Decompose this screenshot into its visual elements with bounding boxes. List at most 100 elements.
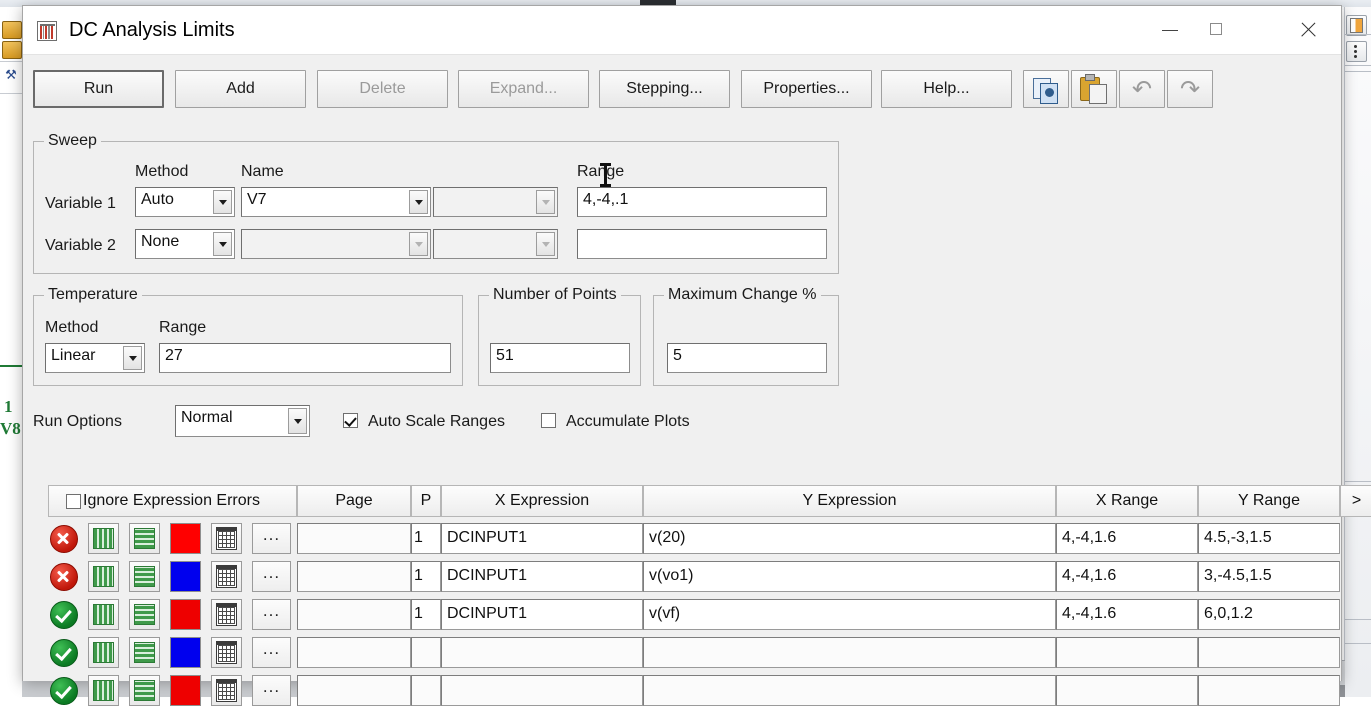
plot-color-swatch[interactable] — [170, 637, 201, 668]
numeric-output-toggle[interactable] — [211, 675, 242, 706]
delete-button[interactable]: Delete — [317, 70, 448, 108]
row-options-button[interactable]: ... — [252, 599, 291, 630]
y-axis-grid-toggle[interactable] — [129, 523, 160, 554]
x-axis-grid-toggle[interactable] — [88, 523, 119, 554]
cell-x-expression[interactable]: DCINPUT1 — [441, 561, 643, 592]
minimize-button[interactable] — [1147, 6, 1193, 52]
host-right-panel[interactable] — [1344, 7, 1371, 697]
cell-p[interactable]: 1 — [411, 561, 441, 592]
variable-1-name-select[interactable]: V7 — [241, 187, 431, 217]
undo-button[interactable]: ↶ — [1119, 70, 1165, 108]
plot-color-swatch[interactable] — [170, 599, 201, 630]
cell-y-expression[interactable] — [643, 675, 1056, 706]
header-more-columns[interactable]: > — [1340, 485, 1371, 517]
maximum-change-input[interactable]: 5 — [667, 343, 827, 373]
add-button[interactable]: Add — [175, 70, 306, 108]
plot-color-swatch[interactable] — [170, 523, 201, 554]
plot-color-swatch[interactable] — [170, 561, 201, 592]
cell-page[interactable] — [297, 637, 411, 668]
pin-icon[interactable]: ⚒ — [2, 67, 20, 83]
component-icon-1[interactable] — [2, 21, 22, 39]
x-axis-grid-toggle[interactable] — [88, 637, 119, 668]
x-axis-grid-toggle[interactable] — [88, 561, 119, 592]
cell-p[interactable] — [411, 675, 441, 706]
auto-scale-ranges-checkbox[interactable] — [343, 413, 358, 428]
numeric-output-toggle[interactable] — [211, 599, 242, 630]
row-status-toggle[interactable] — [48, 599, 79, 630]
variable-2-range-input[interactable] — [577, 229, 827, 259]
panel-button-1[interactable] — [1346, 15, 1367, 36]
cell-y-expression[interactable]: v(vf) — [643, 599, 1056, 630]
header-x-range[interactable]: X Range — [1056, 485, 1198, 517]
close-button[interactable] — [1285, 6, 1331, 52]
y-axis-grid-toggle[interactable] — [129, 637, 160, 668]
cell-page[interactable] — [297, 523, 411, 554]
x-axis-grid-toggle[interactable] — [88, 599, 119, 630]
header-page[interactable]: Page — [297, 485, 411, 517]
chevron-down-icon[interactable] — [213, 232, 232, 256]
cell-p[interactable]: 1 — [411, 523, 441, 554]
cell-y-range[interactable]: 3,-4.5,1.5 — [1198, 561, 1340, 592]
variable-2-method-select[interactable]: None — [135, 229, 235, 259]
row-options-button[interactable]: ... — [252, 561, 291, 592]
copy-icon-button[interactable] — [1023, 70, 1069, 108]
row-options-button[interactable]: ... — [252, 675, 291, 706]
row-status-toggle[interactable] — [48, 523, 79, 554]
cell-p[interactable] — [411, 637, 441, 668]
help-button[interactable]: Help... — [881, 70, 1012, 108]
redo-button[interactable]: ↷ — [1167, 70, 1213, 108]
cell-x-range[interactable]: 4,-4,1.6 — [1056, 561, 1198, 592]
plot-color-swatch[interactable] — [170, 675, 201, 706]
cell-x-expression[interactable]: DCINPUT1 — [441, 523, 643, 554]
chevron-down-icon[interactable] — [288, 408, 307, 434]
cell-y-range[interactable] — [1198, 637, 1340, 668]
cell-x-expression[interactable] — [441, 675, 643, 706]
dialog-titlebar[interactable]: DC Analysis Limits — [23, 6, 1341, 55]
header-x-expression[interactable]: X Expression — [441, 485, 643, 517]
cell-x-range[interactable]: 4,-4,1.6 — [1056, 599, 1198, 630]
cell-x-expression[interactable]: DCINPUT1 — [441, 599, 643, 630]
properties-button[interactable]: Properties... — [741, 70, 872, 108]
cell-page[interactable] — [297, 675, 411, 706]
cell-y-range[interactable] — [1198, 675, 1340, 706]
cell-x-range[interactable] — [1056, 637, 1198, 668]
run-options-select[interactable]: Normal — [175, 405, 310, 437]
variable-1-range-input[interactable]: 4,-4,.1 — [577, 187, 827, 217]
expand-button[interactable]: Expand... — [458, 70, 589, 108]
variable-2-name-select[interactable] — [241, 229, 431, 259]
row-status-toggle[interactable] — [48, 637, 79, 668]
y-axis-grid-toggle[interactable] — [129, 675, 160, 706]
host-left-toolbar[interactable]: ⚒ 1 V8 — [0, 7, 23, 697]
chevron-down-icon[interactable] — [536, 190, 555, 214]
cell-y-expression[interactable]: v(vo1) — [643, 561, 1056, 592]
chevron-down-icon[interactable] — [536, 232, 555, 256]
maximize-button[interactable] — [1193, 6, 1239, 52]
accumulate-plots-checkbox[interactable] — [541, 413, 556, 428]
variable-1-method-select[interactable]: Auto — [135, 187, 235, 217]
chevron-down-icon[interactable] — [409, 190, 428, 214]
cell-x-expression[interactable] — [441, 637, 643, 668]
header-y-range[interactable]: Y Range — [1198, 485, 1340, 517]
y-axis-grid-toggle[interactable] — [129, 561, 160, 592]
run-button[interactable]: Run — [33, 70, 164, 108]
row-status-toggle[interactable] — [48, 561, 79, 592]
x-axis-grid-toggle[interactable] — [88, 675, 119, 706]
temperature-range-input[interactable]: 27 — [159, 343, 451, 373]
panel-button-2[interactable] — [1346, 41, 1367, 62]
cell-p[interactable]: 1 — [411, 599, 441, 630]
header-y-expression[interactable]: Y Expression — [643, 485, 1056, 517]
variable-1-extra-select[interactable] — [433, 187, 558, 217]
cell-page[interactable] — [297, 561, 411, 592]
cell-y-range[interactable]: 4.5,-3,1.5 — [1198, 523, 1340, 554]
y-axis-grid-toggle[interactable] — [129, 599, 160, 630]
cell-x-range[interactable] — [1056, 675, 1198, 706]
paste-icon-button[interactable] — [1071, 70, 1117, 108]
temperature-method-select[interactable]: Linear — [45, 343, 145, 373]
variable-2-extra-select[interactable] — [433, 229, 558, 259]
ignore-expression-errors-header[interactable]: Ignore Expression Errors — [48, 485, 297, 517]
cell-page[interactable] — [297, 599, 411, 630]
row-status-toggle[interactable] — [48, 675, 79, 706]
cell-y-expression[interactable] — [643, 637, 1056, 668]
cell-y-range[interactable]: 6,0,1.2 — [1198, 599, 1340, 630]
chevron-down-icon[interactable] — [123, 346, 142, 370]
